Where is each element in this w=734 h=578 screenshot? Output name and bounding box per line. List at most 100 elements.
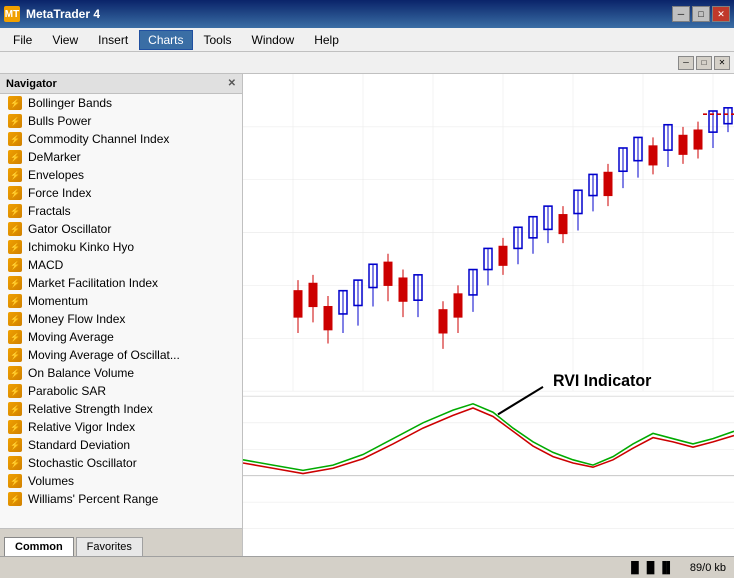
chart-area[interactable]: RVI Indicator [243, 74, 734, 556]
main-content: Navigator ✕ ⚡ Bollinger Bands ⚡ Bulls Po… [0, 74, 734, 556]
list-item[interactable]: ⚡ Market Facilitation Index [0, 274, 242, 292]
navigator-tabs: Common Favorites [0, 528, 242, 556]
list-item[interactable]: ⚡ Envelopes [0, 166, 242, 184]
indicator-icon: ⚡ [8, 402, 22, 416]
title-bar-left: MT MetaTrader 4 [4, 6, 100, 22]
indicator-label: Force Index [28, 186, 91, 200]
inner-maximize-button[interactable]: □ [696, 56, 712, 70]
status-chart-icons: ▐▌▐▌▐▌ [627, 562, 674, 574]
indicator-icon: ⚡ [8, 186, 22, 200]
list-item[interactable]: ⚡ Moving Average [0, 328, 242, 346]
status-icons: ▐▌▐▌▐▌ [627, 562, 674, 574]
inner-close-button[interactable]: ✕ [714, 56, 730, 70]
navigator-close-button[interactable]: ✕ [228, 78, 236, 89]
indicator-icon: ⚡ [8, 474, 22, 488]
list-item[interactable]: ⚡ Volumes [0, 472, 242, 490]
tab-favorites[interactable]: Favorites [76, 537, 143, 556]
indicator-label: MACD [28, 258, 63, 272]
indicator-label: Volumes [28, 474, 74, 488]
menu-help[interactable]: Help [305, 30, 348, 50]
status-size: 89/0 kb [690, 562, 726, 574]
navigator-header: Navigator ✕ [0, 74, 242, 94]
indicator-label: On Balance Volume [28, 366, 134, 380]
indicator-label: Moving Average of Oscillat... [28, 348, 180, 362]
menu-window[interactable]: Window [243, 30, 304, 50]
indicator-icon: ⚡ [8, 438, 22, 452]
indicator-label: Fractals [28, 204, 71, 218]
list-item[interactable]: ⚡ Money Flow Index [0, 310, 242, 328]
indicator-label: Money Flow Index [28, 312, 125, 326]
menu-insert[interactable]: Insert [89, 30, 137, 50]
title-bar-text: MetaTrader 4 [26, 7, 100, 21]
title-bar-controls: ─ □ ✕ [672, 6, 730, 22]
indicator-icon: ⚡ [8, 294, 22, 308]
status-bar: ▐▌▐▌▐▌ 89/0 kb [0, 556, 734, 578]
indicator-label: Market Facilitation Index [28, 276, 158, 290]
menu-bar: File View Insert Charts Tools Window Hel… [0, 28, 734, 52]
list-item[interactable]: ⚡ Fractals [0, 202, 242, 220]
list-item[interactable]: ⚡ Relative Vigor Index [0, 418, 242, 436]
title-bar: MT MetaTrader 4 ─ □ ✕ [0, 0, 734, 28]
list-item[interactable]: ⚡ Stochastic Oscillator [0, 454, 242, 472]
indicator-icon: ⚡ [8, 96, 22, 110]
list-item[interactable]: ⚡ On Balance Volume [0, 364, 242, 382]
indicator-icon: ⚡ [8, 258, 22, 272]
indicator-label: Bollinger Bands [28, 96, 112, 110]
indicator-icon: ⚡ [8, 384, 22, 398]
list-item[interactable]: ⚡ Ichimoku Kinko Hyo [0, 238, 242, 256]
inner-controls: ─ □ ✕ [0, 52, 734, 74]
indicator-label: Stochastic Oscillator [28, 456, 137, 470]
list-item[interactable]: ⚡ Momentum [0, 292, 242, 310]
list-item[interactable]: ⚡ Force Index [0, 184, 242, 202]
indicator-icon: ⚡ [8, 132, 22, 146]
list-item[interactable]: ⚡ MACD [0, 256, 242, 274]
inner-minimize-button[interactable]: ─ [678, 56, 694, 70]
indicator-icon: ⚡ [8, 168, 22, 182]
indicator-label: Bulls Power [28, 114, 91, 128]
indicator-label: Williams' Percent Range [28, 492, 158, 506]
indicator-label: Commodity Channel Index [28, 132, 169, 146]
maximize-button[interactable]: □ [692, 6, 710, 22]
list-item[interactable]: ⚡ Williams' Percent Range [0, 490, 242, 508]
list-item[interactable]: ⚡ Parabolic SAR [0, 382, 242, 400]
indicator-icon: ⚡ [8, 348, 22, 362]
menu-view[interactable]: View [43, 30, 87, 50]
app-icon: MT [4, 6, 20, 22]
list-item[interactable]: ⚡ Bollinger Bands [0, 94, 242, 112]
indicator-label: Standard Deviation [28, 438, 130, 452]
indicator-label: Gator Oscillator [28, 222, 111, 236]
list-item[interactable]: ⚡ Standard Deviation [0, 436, 242, 454]
indicator-icon: ⚡ [8, 312, 22, 326]
list-item[interactable]: ⚡ Moving Average of Oscillat... [0, 346, 242, 364]
chart-svg: RVI Indicator [243, 74, 734, 556]
indicator-label: Parabolic SAR [28, 384, 106, 398]
menu-tools[interactable]: Tools [195, 30, 241, 50]
tab-common[interactable]: Common [4, 537, 74, 556]
menu-file[interactable]: File [4, 30, 41, 50]
minimize-button[interactable]: ─ [672, 6, 690, 22]
navigator-list[interactable]: ⚡ Bollinger Bands ⚡ Bulls Power ⚡ Commod… [0, 94, 242, 528]
list-item[interactable]: ⚡ Gator Oscillator [0, 220, 242, 238]
indicator-icon: ⚡ [8, 492, 22, 506]
list-item[interactable]: ⚡ Commodity Channel Index [0, 130, 242, 148]
indicator-label: Momentum [28, 294, 88, 308]
navigator-title: Navigator [6, 78, 57, 90]
indicator-icon: ⚡ [8, 276, 22, 290]
indicator-icon: ⚡ [8, 114, 22, 128]
navigator-panel: Navigator ✕ ⚡ Bollinger Bands ⚡ Bulls Po… [0, 74, 243, 556]
indicator-label: Relative Strength Index [28, 402, 153, 416]
indicator-label: Relative Vigor Index [28, 420, 135, 434]
indicator-icon: ⚡ [8, 330, 22, 344]
indicator-label: Envelopes [28, 168, 84, 182]
indicator-icon: ⚡ [8, 366, 22, 380]
list-item[interactable]: ⚡ Relative Strength Index [0, 400, 242, 418]
indicator-label: DeMarker [28, 150, 81, 164]
menu-charts[interactable]: Charts [139, 30, 192, 50]
close-button[interactable]: ✕ [712, 6, 730, 22]
indicator-icon: ⚡ [8, 456, 22, 470]
list-item[interactable]: ⚡ DeMarker [0, 148, 242, 166]
list-item[interactable]: ⚡ Bulls Power [0, 112, 242, 130]
indicator-label: Moving Average [28, 330, 114, 344]
indicator-icon: ⚡ [8, 420, 22, 434]
indicator-icon: ⚡ [8, 150, 22, 164]
